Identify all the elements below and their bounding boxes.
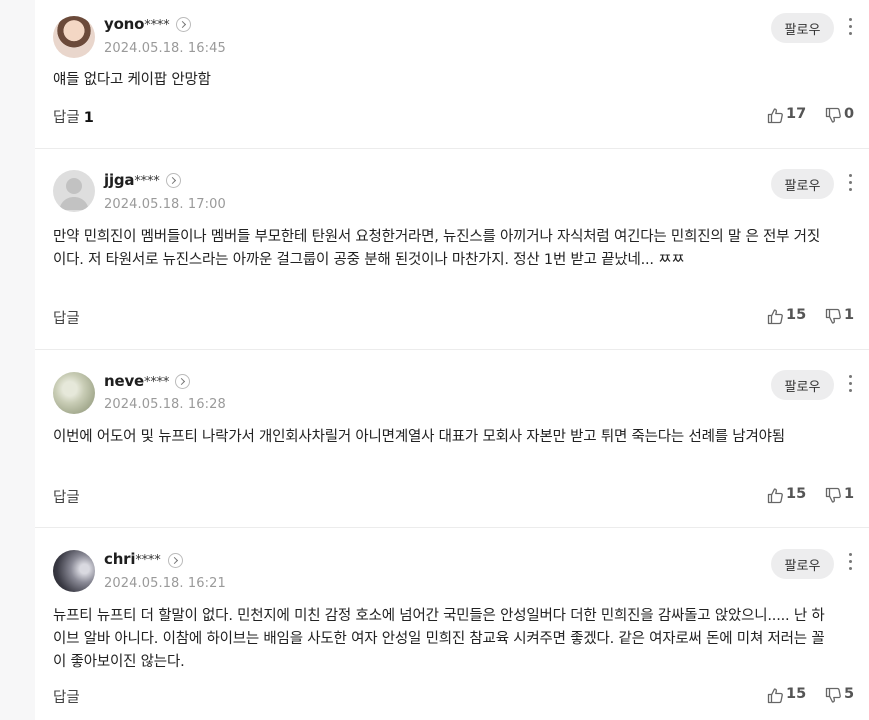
username[interactable]: chri****: [104, 550, 161, 568]
reply-button[interactable]: 답글: [53, 686, 80, 707]
username-text: yono: [104, 15, 145, 33]
thumbs-down-icon: [825, 487, 841, 503]
username-text: chri: [104, 550, 136, 568]
comment-list: yono**** 2024.05.18. 16:45 팔로우 얘들 없다고 케이…: [35, 0, 869, 720]
comment-item: chri**** 2024.05.18. 16:21 팔로우 뉴프티 뉴프티 더…: [35, 528, 869, 720]
reply-label: 답글: [53, 490, 80, 506]
reply-count: 1: [83, 110, 94, 126]
avatar[interactable]: [53, 170, 95, 212]
username-mask: ****: [135, 553, 161, 568]
chevron-right-icon[interactable]: [176, 17, 191, 32]
like-count: 15: [786, 686, 807, 702]
more-options-icon[interactable]: [846, 375, 854, 397]
username-text: jjga: [104, 171, 135, 189]
chevron-right-icon[interactable]: [168, 553, 183, 568]
follow-button[interactable]: 팔로우: [771, 549, 834, 579]
comment-text: 이번에 어도어 및 뉴프티 나락가서 개인회사차릴거 아니면계열사 대표가 모회…: [53, 429, 785, 445]
more-options-icon[interactable]: [846, 553, 854, 575]
comment-text: 얘들 없다고 케이팝 안망함: [53, 72, 211, 88]
dislike-count: 5: [844, 686, 855, 702]
username[interactable]: yono****: [104, 15, 170, 33]
dislike-count: 1: [844, 307, 855, 323]
avatar[interactable]: [53, 372, 95, 414]
reply-label: 답글: [53, 311, 80, 327]
thumbs-down-icon: [825, 107, 841, 123]
chevron-right-icon[interactable]: [166, 173, 181, 188]
username-text: neve: [104, 372, 145, 390]
username[interactable]: neve****: [104, 372, 169, 390]
avatar[interactable]: [53, 550, 95, 592]
thumbs-up-icon: [767, 688, 783, 704]
comment-text: 만약 민희진이 멤버들이나 멤버들 부모한테 탄원서 요청한거라면, 뉴진스를 …: [53, 229, 820, 268]
comment-date: 2024.05.18. 17:00: [104, 197, 226, 212]
comment-item: yono**** 2024.05.18. 16:45 팔로우 얘들 없다고 케이…: [35, 0, 869, 149]
follow-button[interactable]: 팔로우: [771, 169, 834, 199]
comment-text: 뉴프티 뉴프티 더 할말이 없다. 민천지에 미친 감정 호소에 넘어간 국민들…: [53, 608, 825, 670]
username-mask: ****: [134, 174, 160, 189]
more-options-icon[interactable]: [846, 174, 854, 196]
comment-item: neve**** 2024.05.18. 16:28 팔로우 이번에 어도어 및…: [35, 350, 869, 528]
default-avatar-icon: [59, 178, 89, 210]
more-options-icon[interactable]: [846, 18, 854, 40]
follow-button[interactable]: 팔로우: [771, 370, 834, 400]
reply-button[interactable]: 답글: [53, 486, 80, 507]
avatar[interactable]: [53, 16, 95, 58]
chevron-right-icon[interactable]: [175, 374, 190, 389]
thumbs-up-icon: [767, 108, 783, 124]
like-count: 17: [786, 106, 807, 122]
like-count: 15: [786, 307, 807, 323]
reply-button[interactable]: 답글: [53, 307, 80, 328]
thumbs-down-icon: [825, 308, 841, 324]
reply-label: 답글: [53, 690, 80, 706]
username[interactable]: jjga****: [104, 171, 160, 189]
like-count: 15: [786, 486, 807, 502]
comment-item: jjga**** 2024.05.18. 17:00 팔로우 만약 민희진이 멤…: [35, 149, 869, 350]
reply-button[interactable]: 답글 1: [53, 106, 94, 127]
follow-button[interactable]: 팔로우: [771, 13, 834, 43]
comment-date: 2024.05.18. 16:21: [104, 576, 226, 591]
username-mask: ****: [144, 375, 170, 390]
thumbs-up-icon: [767, 309, 783, 325]
comment-date: 2024.05.18. 16:45: [104, 41, 226, 56]
thumbs-down-icon: [825, 687, 841, 703]
dislike-count: 1: [844, 486, 855, 502]
comment-date: 2024.05.18. 16:28: [104, 397, 226, 412]
username-mask: ****: [144, 18, 170, 33]
thumbs-up-icon: [767, 488, 783, 504]
reply-label: 답글: [53, 110, 80, 126]
dislike-count: 0: [844, 106, 855, 122]
